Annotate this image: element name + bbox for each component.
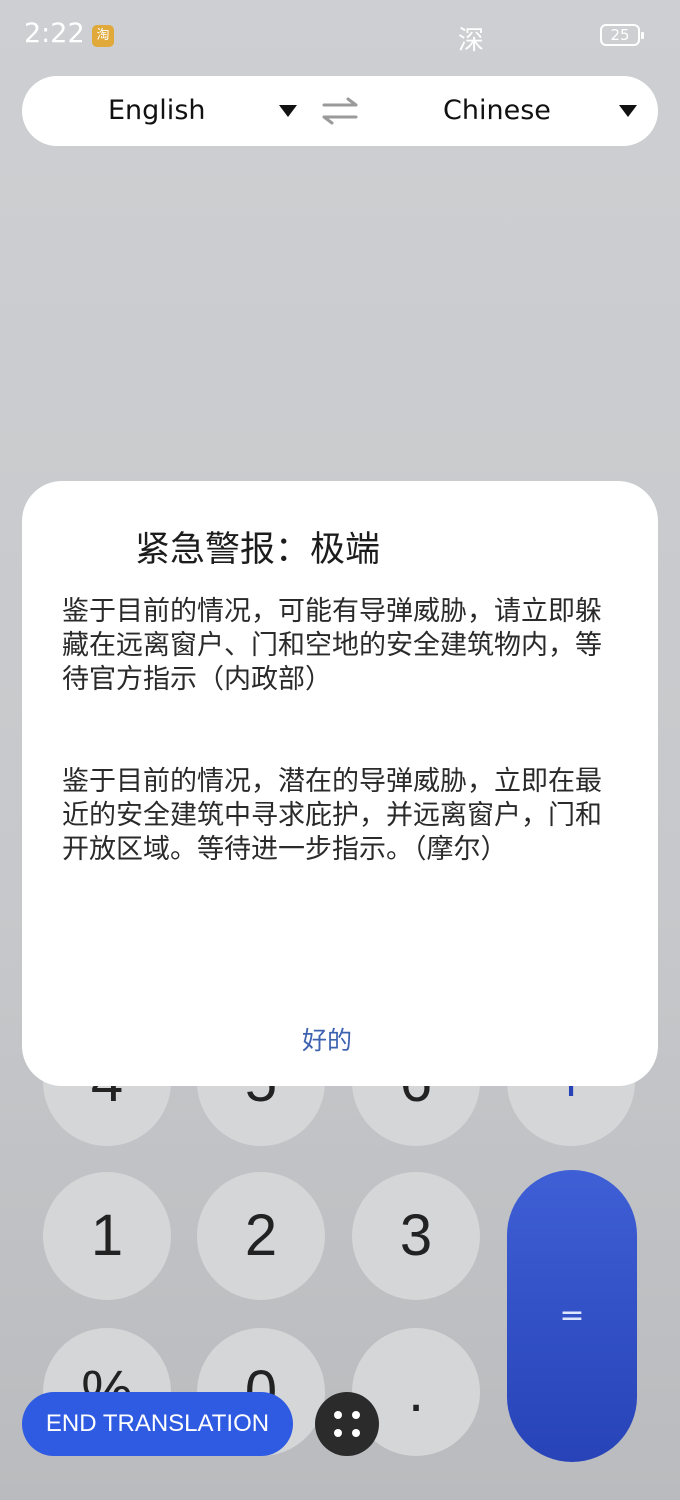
ok-button[interactable]: 好的 — [302, 1021, 352, 1057]
grid-dots-icon — [334, 1429, 342, 1437]
status-bar: 2:22 淘 深 25 — [0, 0, 680, 72]
key-2[interactable]: 2 — [197, 1172, 325, 1300]
swap-languages-icon[interactable] — [320, 96, 360, 126]
grid-dots-icon — [352, 1429, 360, 1437]
alert-original-text: 鉴于目前的情况，可能有导弹威胁，请立即躲藏在远离窗户、门和空地的安全建筑物内，等… — [62, 596, 602, 695]
taobao-icon: 淘 — [92, 25, 114, 47]
emergency-alert-dialog: 紧急警报：极端 鉴于目前的情况，可能有导弹威胁，请立即躲藏在远离窗户、门和空地的… — [22, 481, 658, 1086]
key-equals[interactable]: = — [507, 1170, 637, 1462]
source-language-select[interactable]: English — [108, 76, 206, 146]
key-3[interactable]: 3 — [352, 1172, 480, 1300]
chevron-down-icon[interactable] — [619, 105, 637, 117]
battery-icon: 25 — [600, 24, 644, 46]
status-carrier: 深 — [458, 26, 485, 56]
key-1[interactable]: 1 — [43, 1172, 171, 1300]
language-selector-bar: English Chinese — [22, 76, 658, 146]
target-language-select[interactable]: Chinese — [443, 76, 551, 146]
grid-dots-icon — [352, 1411, 360, 1419]
alert-title: 紧急警报：极端 — [135, 530, 381, 570]
grid-dots-icon — [334, 1411, 342, 1419]
status-time: 2:22 — [24, 18, 85, 49]
alert-translated-text: 鉴于目前的情况，潜在的导弹威胁，立即在最近的安全建筑中寻求庇护，并远离窗户，门和… — [62, 766, 602, 865]
floating-menu-button[interactable] — [315, 1392, 379, 1456]
end-translation-button[interactable]: END TRANSLATION — [22, 1392, 293, 1456]
chevron-down-icon[interactable] — [279, 105, 297, 117]
